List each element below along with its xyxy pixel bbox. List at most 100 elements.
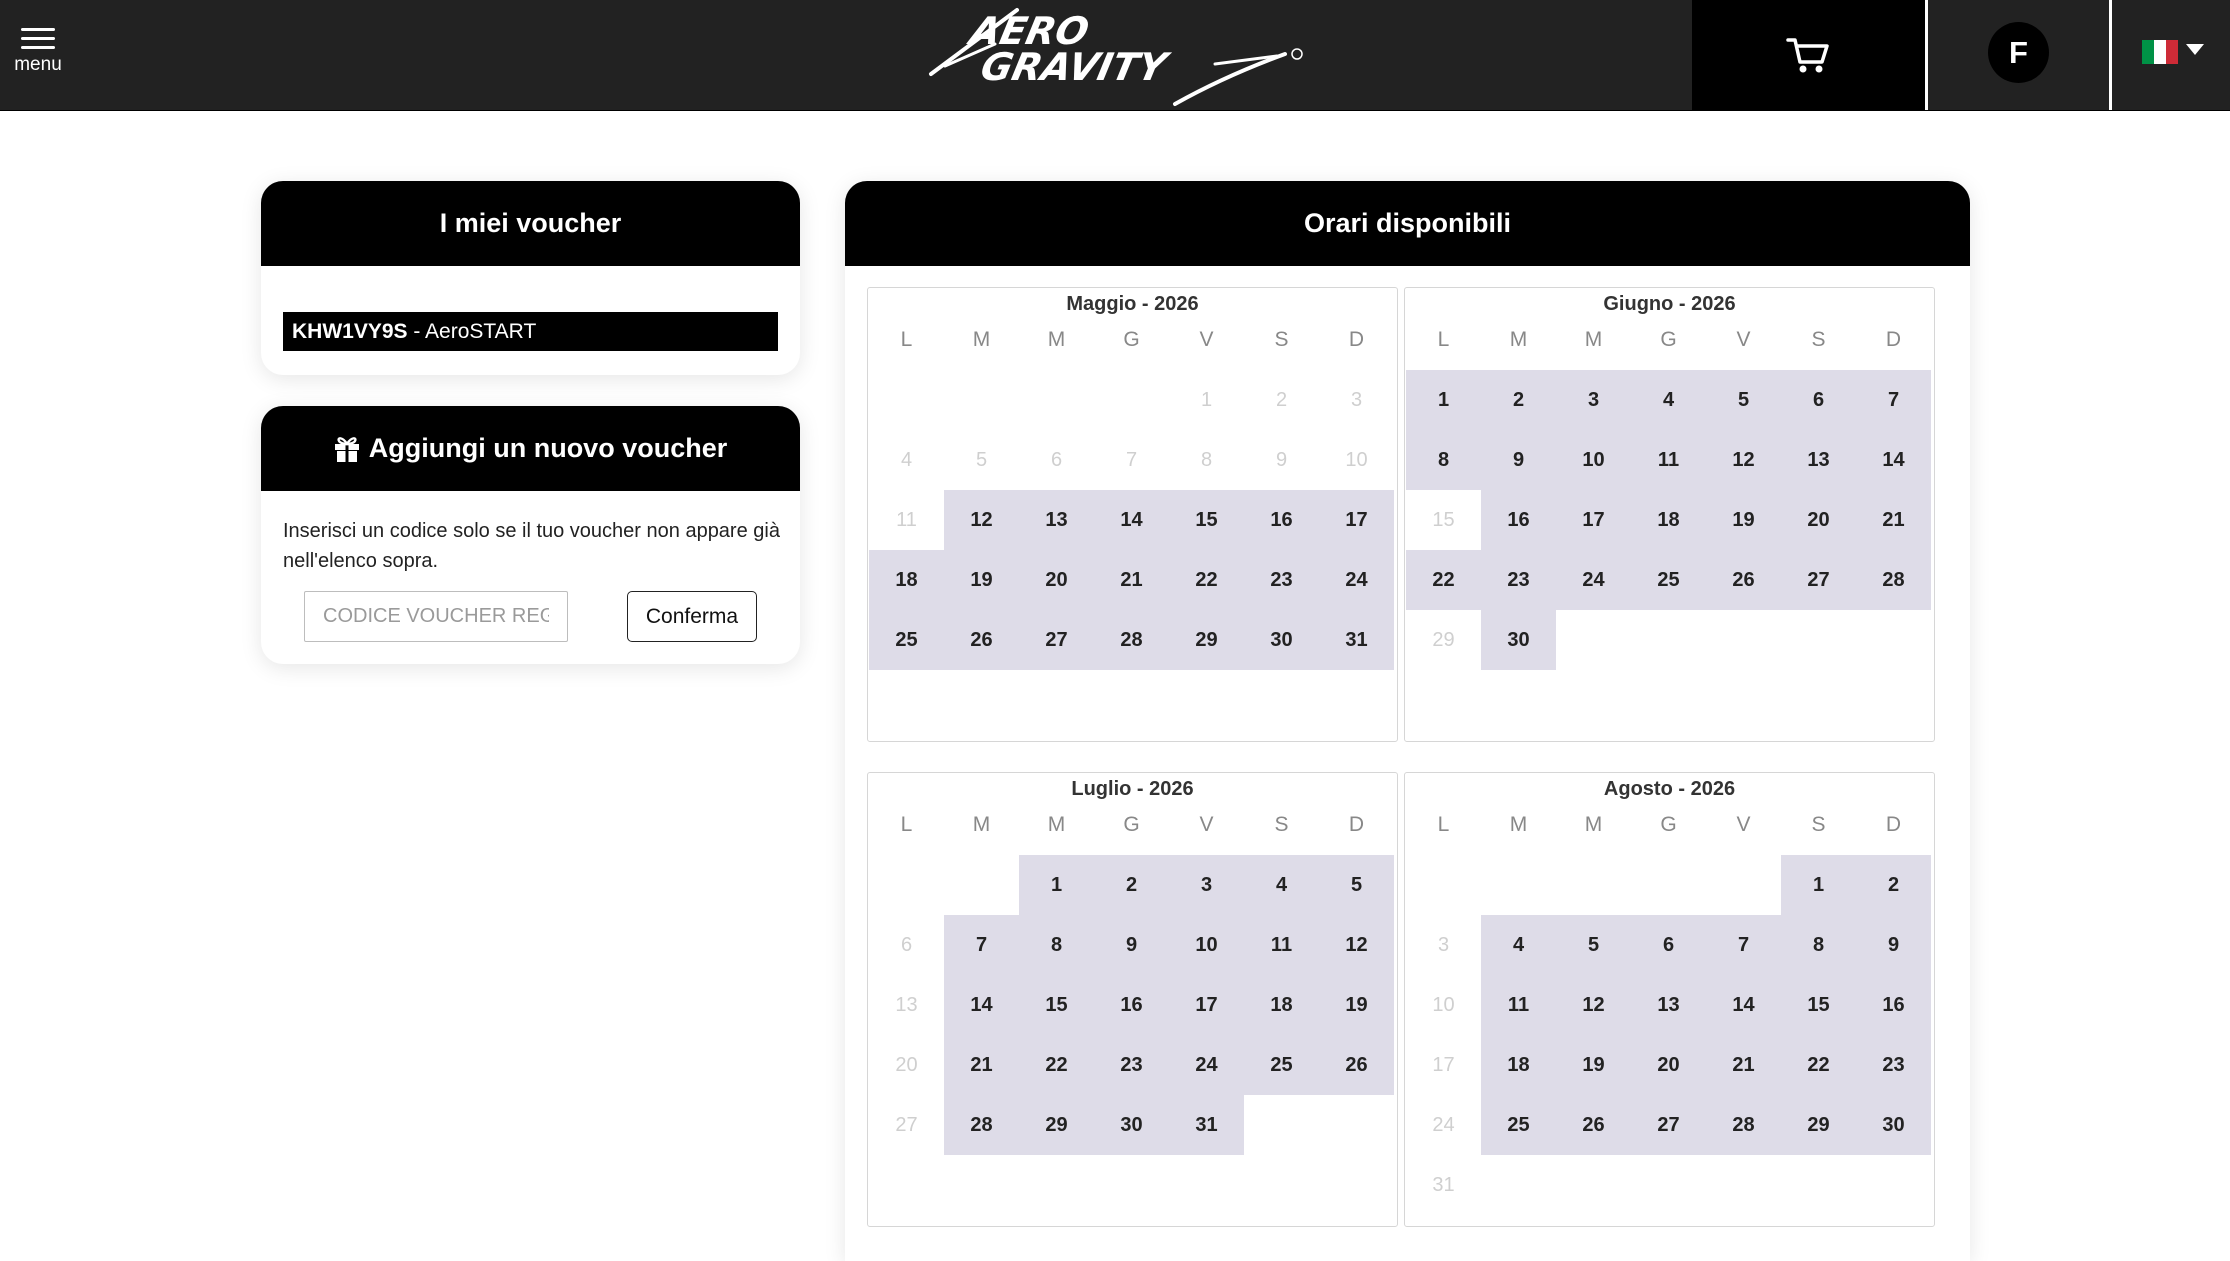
- available-day[interactable]: 14: [944, 975, 1019, 1035]
- available-day[interactable]: 17: [1556, 490, 1631, 550]
- available-day[interactable]: 12: [944, 490, 1019, 550]
- available-day[interactable]: 25: [869, 610, 944, 670]
- available-day[interactable]: 8: [1781, 915, 1856, 975]
- available-day[interactable]: 30: [1094, 1095, 1169, 1155]
- menu-button[interactable]: menu: [10, 28, 66, 80]
- cart-button[interactable]: [1692, 0, 1925, 110]
- available-day[interactable]: 27: [1019, 610, 1094, 670]
- available-day[interactable]: 28: [944, 1095, 1019, 1155]
- available-day[interactable]: 3: [1556, 370, 1631, 430]
- available-day[interactable]: 28: [1706, 1095, 1781, 1155]
- available-day[interactable]: 29: [1781, 1095, 1856, 1155]
- available-day[interactable]: 5: [1319, 855, 1394, 915]
- available-day[interactable]: 26: [1706, 550, 1781, 610]
- aerogravity-logo[interactable]: AERO GRAVITY: [925, 4, 1309, 108]
- available-day[interactable]: 22: [1781, 1035, 1856, 1095]
- available-day[interactable]: 26: [1556, 1095, 1631, 1155]
- confirm-button[interactable]: Conferma: [627, 591, 757, 642]
- available-day[interactable]: 2: [1094, 855, 1169, 915]
- available-day[interactable]: 25: [1631, 550, 1706, 610]
- available-day[interactable]: 20: [1781, 490, 1856, 550]
- available-day[interactable]: 18: [1631, 490, 1706, 550]
- available-day[interactable]: 21: [1856, 490, 1931, 550]
- available-day[interactable]: 11: [1631, 430, 1706, 490]
- available-day[interactable]: 18: [1481, 1035, 1556, 1095]
- available-day[interactable]: 13: [1019, 490, 1094, 550]
- available-day[interactable]: 4: [1244, 855, 1319, 915]
- available-day[interactable]: 20: [1019, 550, 1094, 610]
- available-day[interactable]: 21: [1094, 550, 1169, 610]
- available-day[interactable]: 28: [1856, 550, 1931, 610]
- available-day[interactable]: 31: [1319, 610, 1394, 670]
- available-day[interactable]: 14: [1706, 975, 1781, 1035]
- available-day[interactable]: 30: [1244, 610, 1319, 670]
- available-day[interactable]: 3: [1169, 855, 1244, 915]
- available-day[interactable]: 28: [1094, 610, 1169, 670]
- available-day[interactable]: 12: [1556, 975, 1631, 1035]
- available-day[interactable]: 5: [1706, 370, 1781, 430]
- available-day[interactable]: 26: [1319, 1035, 1394, 1095]
- available-day[interactable]: 11: [1244, 915, 1319, 975]
- available-day[interactable]: 7: [1706, 915, 1781, 975]
- available-day[interactable]: 7: [1856, 370, 1931, 430]
- available-day[interactable]: 16: [1094, 975, 1169, 1035]
- available-day[interactable]: 13: [1631, 975, 1706, 1035]
- available-day[interactable]: 24: [1556, 550, 1631, 610]
- available-day[interactable]: 22: [1406, 550, 1481, 610]
- available-day[interactable]: 30: [1856, 1095, 1931, 1155]
- available-day[interactable]: 27: [1781, 550, 1856, 610]
- available-day[interactable]: 23: [1094, 1035, 1169, 1095]
- available-day[interactable]: 29: [1019, 1095, 1094, 1155]
- available-day[interactable]: 19: [1319, 975, 1394, 1035]
- available-day[interactable]: 15: [1019, 975, 1094, 1035]
- available-day[interactable]: 6: [1631, 915, 1706, 975]
- available-day[interactable]: 4: [1481, 915, 1556, 975]
- available-day[interactable]: 6: [1781, 370, 1856, 430]
- available-day[interactable]: 29: [1169, 610, 1244, 670]
- available-day[interactable]: 20: [1631, 1035, 1706, 1095]
- available-day[interactable]: 25: [1244, 1035, 1319, 1095]
- available-day[interactable]: 27: [1631, 1095, 1706, 1155]
- available-day[interactable]: 26: [944, 610, 1019, 670]
- available-day[interactable]: 7: [944, 915, 1019, 975]
- available-day[interactable]: 1: [1019, 855, 1094, 915]
- available-day[interactable]: 15: [1169, 490, 1244, 550]
- available-day[interactable]: 10: [1556, 430, 1631, 490]
- available-day[interactable]: 13: [1781, 430, 1856, 490]
- available-day[interactable]: 24: [1319, 550, 1394, 610]
- available-day[interactable]: 16: [1244, 490, 1319, 550]
- available-day[interactable]: 30: [1481, 610, 1556, 670]
- available-day[interactable]: 9: [1856, 915, 1931, 975]
- available-day[interactable]: 12: [1319, 915, 1394, 975]
- available-day[interactable]: 8: [1019, 915, 1094, 975]
- available-day[interactable]: 16: [1856, 975, 1931, 1035]
- available-day[interactable]: 10: [1169, 915, 1244, 975]
- available-day[interactable]: 21: [1706, 1035, 1781, 1095]
- available-day[interactable]: 22: [1169, 550, 1244, 610]
- available-day[interactable]: 21: [944, 1035, 1019, 1095]
- available-day[interactable]: 19: [944, 550, 1019, 610]
- available-day[interactable]: 12: [1706, 430, 1781, 490]
- available-day[interactable]: 11: [1481, 975, 1556, 1035]
- available-day[interactable]: 24: [1169, 1035, 1244, 1095]
- user-account-button[interactable]: F: [1928, 0, 2109, 110]
- available-day[interactable]: 9: [1094, 915, 1169, 975]
- available-day[interactable]: 1: [1406, 370, 1481, 430]
- available-day[interactable]: 23: [1244, 550, 1319, 610]
- available-day[interactable]: 19: [1556, 1035, 1631, 1095]
- available-day[interactable]: 18: [869, 550, 944, 610]
- available-day[interactable]: 25: [1481, 1095, 1556, 1155]
- available-day[interactable]: 23: [1481, 550, 1556, 610]
- available-day[interactable]: 17: [1319, 490, 1394, 550]
- available-day[interactable]: 16: [1481, 490, 1556, 550]
- available-day[interactable]: 17: [1169, 975, 1244, 1035]
- available-day[interactable]: 1: [1781, 855, 1856, 915]
- language-selector[interactable]: [2112, 0, 2230, 110]
- available-day[interactable]: 14: [1094, 490, 1169, 550]
- voucher-code-input[interactable]: [304, 591, 568, 642]
- available-day[interactable]: 19: [1706, 490, 1781, 550]
- voucher-item[interactable]: KHW1VY9S - AeroSTART: [283, 312, 778, 351]
- available-day[interactable]: 8: [1406, 430, 1481, 490]
- available-day[interactable]: 18: [1244, 975, 1319, 1035]
- available-day[interactable]: 23: [1856, 1035, 1931, 1095]
